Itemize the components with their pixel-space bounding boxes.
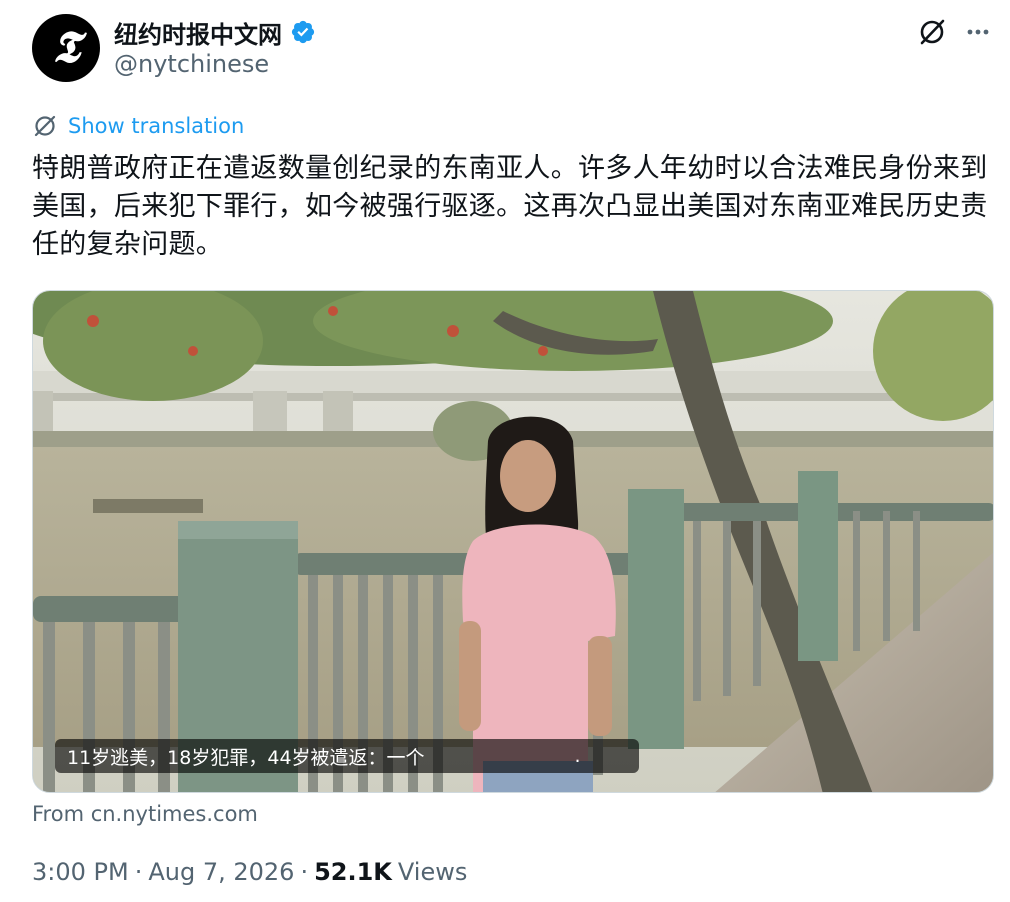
media-caption-bar: 11岁逃美，18岁犯罪，44岁被遣返：一个 . xyxy=(55,739,639,773)
user-handle[interactable]: @nytchinese xyxy=(114,50,269,78)
link-source[interactable]: From cn.nytimes.com xyxy=(32,802,258,826)
show-translation-label: Show translation xyxy=(68,114,245,138)
meta-separator: · xyxy=(300,858,309,886)
tweet-text: 特朗普政府正在遣返数量创纪录的东南亚人。许多人年幼时以合法难民身份来到美国，后来… xyxy=(32,153,988,260)
views-label[interactable]: Views xyxy=(398,858,467,886)
tweet-date[interactable]: Aug 7, 2026 xyxy=(148,858,294,886)
more-options-icon[interactable] xyxy=(960,14,996,50)
views-count[interactable]: 52.1K xyxy=(314,858,392,886)
meta-separator: · xyxy=(134,858,143,886)
show-translation-link[interactable]: Show translation xyxy=(32,112,244,140)
tweet-time[interactable]: 3:00 PM xyxy=(32,858,129,886)
display-name[interactable]: 纽约时报中文网 xyxy=(114,15,282,50)
article-photo xyxy=(33,291,993,792)
tweet-media-card[interactable]: 11岁逃美，18岁犯罪，44岁被遣返：一个 . xyxy=(32,290,994,793)
grok-icon[interactable] xyxy=(914,14,950,50)
verified-badge-icon[interactable] xyxy=(290,19,316,45)
media-caption: 11岁逃美，18岁犯罪，44岁被遣返：一个 xyxy=(67,746,425,769)
nyt-logo-icon: 𝕿 xyxy=(52,22,80,73)
display-name-row[interactable]: 纽约时报中文网 xyxy=(114,15,316,50)
tweet-meta: 3:00 PM · Aug 7, 2026 · 52.1K Views xyxy=(32,858,467,886)
avatar[interactable]: 𝕿 xyxy=(32,14,100,82)
translate-icon xyxy=(34,115,56,137)
media-caption-end: . xyxy=(574,745,581,767)
